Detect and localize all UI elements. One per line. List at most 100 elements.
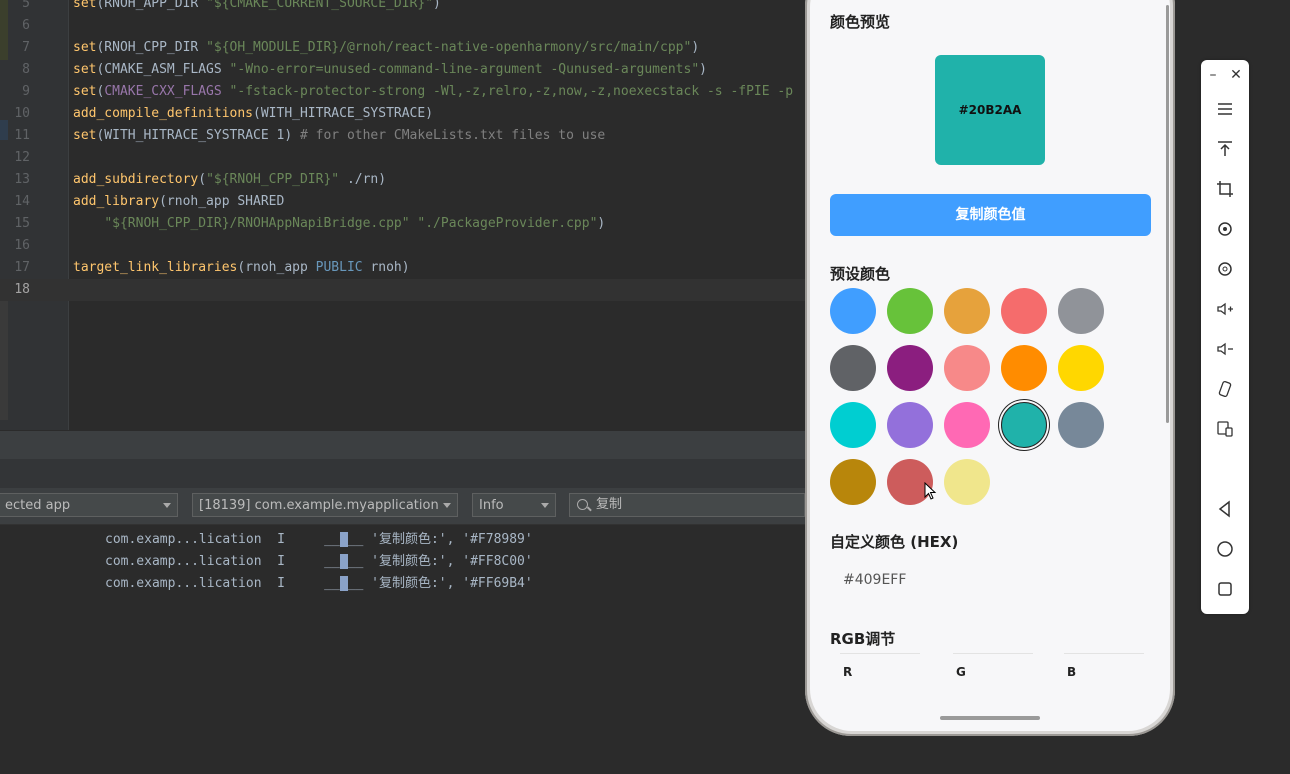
line-number: 9 [22, 84, 30, 99]
back-icon[interactable] [1213, 500, 1237, 524]
highlight-block [339, 532, 348, 547]
rgb-b-label: B [1067, 665, 1077, 679]
code-line[interactable]: 12 [0, 147, 805, 169]
color-swatch[interactable] [944, 402, 990, 448]
code-text: target_link_libraries(rnoh_app PUBLIC rn… [73, 257, 410, 279]
logcat-toolbar: ected app [18139] com.example.myapplicat… [0, 488, 805, 525]
multi-device-icon[interactable] [1213, 420, 1237, 444]
copy-color-button[interactable]: 复制颜色值 [830, 194, 1151, 236]
volume-up-icon[interactable] [1213, 300, 1237, 324]
code-line[interactable]: 16 [0, 235, 805, 257]
color-swatch[interactable] [944, 459, 990, 505]
color-preview-box: #20B2AA [935, 55, 1045, 165]
line-number: 18 [14, 282, 30, 297]
volume-down-icon[interactable] [1213, 340, 1237, 364]
search-icon [577, 499, 588, 510]
shake-icon[interactable] [1213, 380, 1237, 404]
color-swatch[interactable] [830, 345, 876, 391]
phone-screen[interactable]: 颜色预览 #20B2AA 复制颜色值 预设颜色 自定义颜色 (HEX) #409… [810, 0, 1170, 731]
log-level-select[interactable]: Info [472, 493, 556, 517]
color-swatch[interactable] [887, 288, 933, 334]
code-token: ( [198, 172, 207, 187]
close-icon[interactable]: ✕ [1227, 66, 1245, 84]
emulator-side-panel: – ✕ [1201, 60, 1249, 614]
color-swatch[interactable] [1001, 288, 1047, 334]
color-swatch[interactable] [944, 345, 990, 391]
code-text: set(CMAKE_ASM_FLAGS "-Wno-error=unused-c… [73, 59, 707, 81]
code-line[interactable]: 7 set(RNOH_CPP_DIR "${OH_MODULE_DIR}/@rno… [0, 37, 805, 59]
code-line[interactable]: 15 "${RNOH_CPP_DIR}/RNOHAppNapiBridge.cp… [0, 213, 805, 235]
rotate-left-icon[interactable] [1213, 220, 1237, 244]
code-line[interactable]: 18 [0, 279, 805, 301]
log-tag: com.examp...lication I [105, 576, 325, 591]
phone-emulator-frame: 颜色预览 #20B2AA 复制颜色值 预设颜色 自定义颜色 (HEX) #409… [805, 0, 1175, 736]
log-marker: __ [347, 554, 372, 569]
code-token: CMAKE_CXX_FLAGS [104, 84, 222, 99]
recents-icon[interactable] [1213, 580, 1237, 604]
scrollbar[interactable] [1166, 5, 1169, 423]
code-token: "-fstack-protector-strong -Wl,-z,relro,-… [229, 84, 794, 99]
code-token: (CMAKE_ASM_FLAGS [96, 62, 230, 77]
preview-title: 颜色预览 [830, 13, 891, 31]
device-select-label: ected app [5, 498, 71, 513]
color-swatch[interactable] [887, 402, 933, 448]
code-token: set [73, 84, 97, 99]
code-token: "${RNOH_CPP_DIR}" [206, 172, 340, 187]
log-output[interactable]: com.examp...lication I __ __ '复制颜色:', '#… [0, 525, 805, 774]
device-select[interactable]: ected app [0, 493, 178, 517]
code-line[interactable]: 17 target_link_libraries(rnoh_app PUBLIC … [0, 257, 805, 279]
custom-color-title: 自定义颜色 (HEX) [830, 533, 959, 551]
minimize-icon[interactable]: – [1204, 66, 1222, 84]
code-token: "./PackageProvider.cpp" [417, 216, 598, 231]
color-swatch[interactable] [830, 402, 876, 448]
home-indicator[interactable] [940, 716, 1040, 720]
color-swatch[interactable] [1058, 402, 1104, 448]
hex-input[interactable]: #409EFF [830, 561, 1151, 599]
pin-top-icon[interactable] [1213, 140, 1237, 164]
process-select[interactable]: [18139] com.example.myapplication [192, 493, 458, 517]
code-token: (rnoh_app [237, 260, 316, 275]
crop-icon[interactable] [1213, 180, 1237, 204]
line-number: 12 [14, 150, 30, 165]
code-text: set(RNOH_APP_DIR "${CMAKE_CURRENT_SOURCE… [73, 0, 441, 15]
line-number: 8 [22, 62, 30, 77]
code-line[interactable]: 10 add_compile_definitions(WITH_HITRACE_S… [0, 103, 805, 125]
code-line[interactable]: 13 add_subdirectory("${RNOH_CPP_DIR}" ./r… [0, 169, 805, 191]
log-line[interactable]: com.examp...lication I __ __ '复制颜色:', '#… [105, 529, 533, 551]
home-icon[interactable] [1213, 540, 1237, 564]
log-marker: __ [324, 554, 340, 569]
rgb-g-slider[interactable]: G [953, 653, 1033, 703]
code-text: set(RNOH_CPP_DIR "${OH_MODULE_DIR}/@rnoh… [73, 37, 699, 59]
code-line[interactable]: 5 set(RNOH_APP_DIR "${CMAKE_CURRENT_SOURC… [0, 0, 805, 15]
code-line[interactable]: 14 add_library(rnoh_app SHARED [0, 191, 805, 213]
color-swatch[interactable] [1058, 345, 1104, 391]
code-line[interactable]: 11 set(WITH_HITRACE_SYSTRACE 1) # for oth… [0, 125, 805, 147]
code-text: add_subdirectory("${RNOH_CPP_DIR}" ./rn) [73, 169, 386, 191]
code-token: "-Wno-error=unused-command-line-argument… [229, 62, 700, 77]
code-line[interactable]: 9 set(CMAKE_CXX_FLAGS "-fstack-protector-… [0, 81, 805, 103]
rotate-right-icon[interactable] [1213, 260, 1237, 284]
code-token: add_library [73, 194, 160, 209]
code-line[interactable]: 6 [0, 15, 805, 37]
code-token: (WITH_HITRACE_SYSTRACE) [253, 106, 434, 121]
code-line[interactable]: 8 set(CMAKE_ASM_FLAGS "-Wno-error=unused-… [0, 59, 805, 81]
gutter-change-marker [0, 280, 8, 420]
color-swatch[interactable] [830, 288, 876, 334]
color-swatch[interactable] [887, 345, 933, 391]
logcat-tab-bar [0, 459, 805, 489]
log-search-input[interactable]: 复制 [569, 493, 805, 517]
rgb-b-slider[interactable]: B [1064, 653, 1144, 703]
rgb-r-slider[interactable]: R [840, 653, 920, 703]
code-editor[interactable]: 5 set(RNOH_APP_DIR "${CMAKE_CURRENT_SOURC… [0, 0, 805, 430]
mouse-cursor-icon [924, 482, 937, 500]
code-token: set [73, 0, 97, 11]
color-swatch[interactable] [944, 288, 990, 334]
color-swatch[interactable] [830, 459, 876, 505]
log-line[interactable]: com.examp...lication I __ __ '复制颜色:', '#… [105, 551, 533, 573]
color-swatch[interactable] [1001, 402, 1047, 448]
log-line[interactable]: com.examp...lication I __ __ '复制颜色:', '#… [105, 573, 533, 595]
menu-icon[interactable] [1213, 100, 1237, 124]
color-swatch[interactable] [1001, 345, 1047, 391]
highlight-block [339, 554, 348, 569]
color-swatch[interactable] [1058, 288, 1104, 334]
